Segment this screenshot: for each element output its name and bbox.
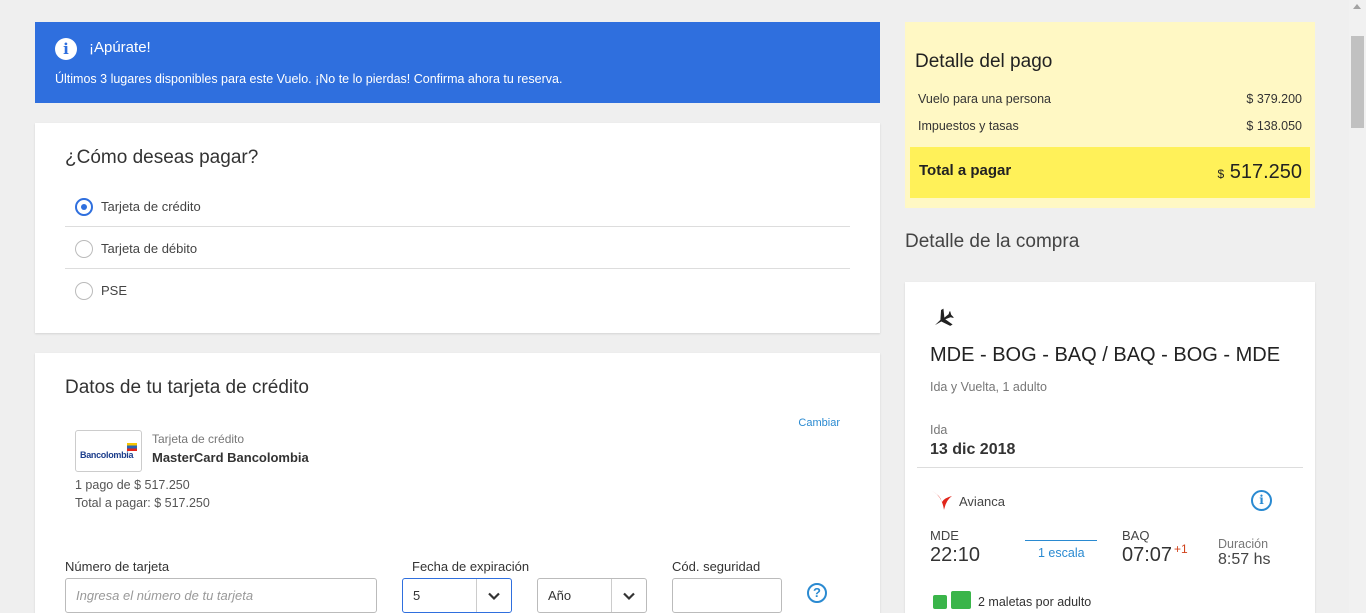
card-name: MasterCard Bancolombia: [152, 450, 309, 465]
divider: [917, 467, 1303, 468]
scroll-up-arrow-icon[interactable]: [1353, 4, 1361, 9]
airline-name: Avianca: [959, 494, 1006, 509]
scroll-thumb[interactable]: [1351, 36, 1364, 128]
installments-text: 1 pago de $ 517.250: [75, 478, 190, 492]
stops-label[interactable]: 1 escala: [1038, 546, 1085, 560]
credit-card-title: Datos de tu tarjeta de crédito: [65, 377, 309, 398]
info-icon: i: [55, 38, 77, 60]
baggage-label: 2 maletas por adulto: [978, 595, 1092, 609]
credit-card-details-card: Datos de tu tarjeta de crédito Cambiar B…: [35, 353, 880, 613]
trip-type: Ida y Vuelta, 1 adulto: [930, 380, 1047, 394]
change-card-link[interactable]: Cambiar: [798, 417, 840, 429]
summary-row-label: Vuelo para una persona: [918, 92, 1051, 106]
card-total-text: Total a pagar: $ 517.250: [75, 496, 210, 510]
card-kind: Tarjeta de crédito: [152, 432, 245, 446]
leg-date: 13 dic 2018: [930, 441, 1016, 458]
expiry-month-value: 5: [413, 588, 421, 603]
option-label: Tarjeta de crédito: [101, 199, 201, 214]
question-icon[interactable]: ?: [807, 583, 827, 603]
security-code-input[interactable]: [672, 578, 782, 613]
alert-text: Últimos 3 lugares disponibles para este …: [55, 72, 563, 86]
payment-method-card: ¿Cómo deseas pagar? Tarjeta de crédito T…: [35, 123, 880, 333]
chevron-down-icon: [623, 592, 635, 601]
stops-line: [1025, 540, 1097, 541]
carry-on-bag-icon: [933, 595, 947, 609]
expiry-year-select[interactable]: Año: [537, 578, 647, 613]
security-code-label: Cód. seguridad: [672, 559, 761, 574]
summary-row-label: Impuestos y tasas: [918, 119, 1019, 133]
expiry-label: Fecha de expiración: [412, 559, 530, 574]
page-scrollbar[interactable]: [1349, 0, 1366, 613]
total-value: $ 517.250: [1217, 161, 1302, 184]
expiry-month-select[interactable]: 5: [402, 578, 512, 613]
airplane-icon: [934, 308, 954, 326]
avianca-logo-icon: [932, 491, 952, 510]
duration-label: Duración: [1218, 537, 1269, 551]
origin-code: MDE: [930, 528, 959, 543]
payment-summary: Detalle del pago Vuelo para una persona …: [905, 22, 1315, 208]
card-number-input[interactable]: Ingresa el número de tu tarjeta: [65, 578, 377, 613]
card-number-label: Número de tarjeta: [65, 559, 170, 574]
bank-flag-icon: [127, 443, 137, 451]
duration-value: 8:57 hs: [1218, 551, 1271, 568]
suitcase-icon: [951, 591, 971, 609]
radio-credit-card[interactable]: [75, 198, 93, 216]
leg-label: Ida: [930, 423, 948, 437]
option-label: PSE: [101, 283, 128, 298]
info-icon[interactable]: i: [1251, 490, 1272, 511]
total-amount: 517.250: [1229, 161, 1302, 183]
dest-time: 07:07: [1122, 544, 1173, 566]
total-bar: Total a pagar $ 517.250: [910, 147, 1310, 198]
bank-logo: Bancolombia: [75, 430, 142, 472]
summary-title: Detalle del pago: [915, 51, 1053, 72]
day-offset: +1: [1174, 542, 1188, 556]
alert-title: ¡Apúrate!: [89, 39, 151, 56]
radio-debit-card[interactable]: [75, 240, 93, 258]
option-credit-card[interactable]: Tarjeta de crédito: [65, 185, 850, 227]
route: MDE - BOG - BAQ / BAQ - BOG - MDE: [930, 344, 1281, 366]
total-label: Total a pagar: [919, 162, 1012, 179]
urgency-alert: i ¡Apúrate! Últimos 3 lugares disponible…: [35, 22, 880, 103]
dest-code: BAQ: [1122, 528, 1150, 543]
chevron-down-icon: [488, 592, 500, 601]
purchase-title: Detalle de la compra: [905, 231, 1080, 252]
origin-time: 22:10: [930, 544, 981, 566]
payment-method-title: ¿Cómo deseas pagar?: [65, 147, 259, 168]
total-currency: $: [1217, 167, 1225, 181]
option-debit-card[interactable]: Tarjeta de débito: [65, 227, 850, 269]
option-pse[interactable]: PSE: [65, 269, 850, 311]
summary-row-taxes: Impuestos y tasas $ 138.050: [918, 119, 1302, 133]
expiry-year-value: Año: [548, 588, 572, 603]
summary-row-flight: Vuelo para una persona $ 379.200: [918, 92, 1302, 106]
summary-row-value: $ 379.200: [1246, 92, 1302, 106]
radio-pse[interactable]: [75, 282, 93, 300]
purchase-card: MDE - BOG - BAQ / BAQ - BOG - MDE Ida y …: [905, 282, 1315, 613]
summary-row-value: $ 138.050: [1246, 119, 1302, 133]
option-label: Tarjeta de débito: [101, 241, 198, 256]
bank-logo-text: Bancolombia: [80, 450, 134, 460]
